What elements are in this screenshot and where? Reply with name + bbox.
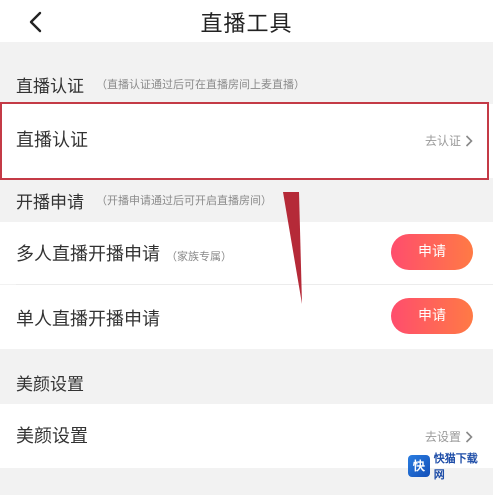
watermark: 快 快猫下载网 bbox=[408, 452, 488, 481]
watermark-logo: 快 bbox=[408, 455, 430, 477]
annotation-arrow bbox=[283, 192, 302, 304]
watermark-text: 快猫下载网 bbox=[433, 452, 478, 481]
